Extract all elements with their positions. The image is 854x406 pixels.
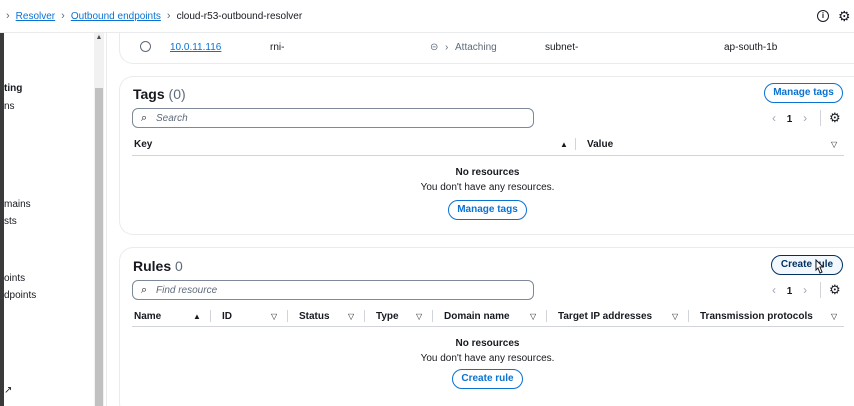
tags-search-input[interactable]: ⌕ Search <box>132 108 534 128</box>
chevron-right-icon[interactable]: › <box>803 111 807 125</box>
chevron-right-icon[interactable]: › <box>803 283 807 297</box>
status-spinner-icon: › <box>445 42 449 53</box>
table-header-divider <box>132 326 844 327</box>
tags-title: Tags (0) <box>133 86 186 102</box>
tags-search-placeholder: Search <box>156 113 188 124</box>
chevron-right-icon: › <box>166 10 171 22</box>
rules-count: 0 <box>175 258 183 274</box>
availability-zone: ap-south-1b <box>724 42 778 53</box>
tags-title-text: Tags <box>133 86 165 102</box>
rules-empty-subtitle: You don't have any resources. <box>420 353 555 364</box>
chevron-right-icon: › <box>61 10 65 22</box>
caret-down-icon[interactable]: ▽ <box>416 312 422 321</box>
divider <box>287 310 288 322</box>
subnet-id: subnet- <box>545 42 579 53</box>
rules-search-input[interactable]: ⌕ Find resource <box>132 280 534 300</box>
ip-address-link[interactable]: 10.0.11.116 <box>170 42 221 53</box>
column-header-id[interactable]: ID <box>222 311 232 322</box>
sidebar-item-5[interactable]: dpoints <box>4 290 36 301</box>
breadcrumb-bar: › Resolver › Outbound endpoints › cloud-… <box>0 0 854 33</box>
sidebar-item-1[interactable]: ns <box>4 101 15 112</box>
table-header-divider <box>132 155 844 156</box>
caret-down-icon[interactable]: ▽ <box>831 312 837 321</box>
search-icon: ⌕ <box>141 284 148 296</box>
sort-up-icon[interactable]: ▲ <box>193 312 201 321</box>
status-pending-icon: ⊝ <box>430 42 439 53</box>
gear-icon[interactable]: ⚙ <box>829 282 841 298</box>
chevron-right-icon: › <box>6 10 10 22</box>
sidebar-scroll-thumb[interactable] <box>95 88 103 406</box>
rules-empty-title: No resources <box>455 338 520 349</box>
column-header-key[interactable]: Key <box>134 139 152 150</box>
create-rule-empty-button[interactable]: Create rule <box>452 369 523 389</box>
breadcrumb-current: cloud-r53-outbound-resolver <box>176 10 303 22</box>
pointer-cursor-icon <box>815 259 825 274</box>
divider <box>432 310 433 322</box>
ip-status: Attaching <box>455 42 497 53</box>
radio-icon[interactable] <box>140 41 151 52</box>
gear-icon[interactable]: ⚙ <box>838 8 851 25</box>
caret-down-icon[interactable]: ▽ <box>271 312 277 321</box>
external-link-icon[interactable]: ↗ <box>4 385 12 396</box>
divider <box>820 282 821 298</box>
column-header-transmission-protocols[interactable]: Transmission protocols <box>700 311 813 322</box>
sidebar-item-0[interactable]: ting <box>4 83 22 94</box>
caret-down-icon[interactable]: ▽ <box>831 140 837 149</box>
tags-count: (0) <box>168 86 186 102</box>
divider <box>820 110 821 126</box>
breadcrumb-resolver[interactable]: Resolver <box>16 11 55 22</box>
caret-down-icon[interactable]: ▽ <box>530 312 536 321</box>
divider <box>364 310 365 322</box>
column-header-value[interactable]: Value <box>587 139 613 150</box>
tags-empty-title: No resources <box>455 167 520 178</box>
sidebar-item-3[interactable]: sts <box>4 216 17 227</box>
divider <box>210 310 211 322</box>
create-rule-button[interactable]: Create rule <box>771 255 843 275</box>
sidebar-item-2[interactable]: mains <box>4 199 31 210</box>
chevron-left-icon[interactable]: ‹ <box>772 111 776 125</box>
rules-pagination: ‹ 1 › <box>772 283 807 297</box>
sidebar-item-4[interactable]: oints <box>4 273 25 284</box>
tags-pagination: ‹ 1 › <box>772 111 807 125</box>
rules-title: Rules 0 <box>133 258 183 274</box>
gear-icon[interactable]: ⚙ <box>829 110 841 126</box>
caret-down-icon[interactable]: ▽ <box>348 312 354 321</box>
tags-page-number[interactable]: 1 <box>787 114 793 125</box>
chevron-left-icon[interactable]: ‹ <box>772 283 776 297</box>
breadcrumb-outbound-endpoints[interactable]: Outbound endpoints <box>71 11 161 22</box>
rules-page-number[interactable]: 1 <box>787 286 793 297</box>
divider <box>688 310 689 322</box>
column-header-domain-name[interactable]: Domain name <box>444 311 510 322</box>
tags-empty-subtitle: You don't have any resources. <box>420 182 555 193</box>
manage-tags-button[interactable]: Manage tags <box>764 83 843 103</box>
info-icon[interactable]: i <box>817 10 829 22</box>
column-header-type[interactable]: Type <box>376 311 399 322</box>
column-header-name[interactable]: Name <box>134 311 161 322</box>
manage-tags-empty-button[interactable]: Manage tags <box>448 200 527 220</box>
column-header-status[interactable]: Status <box>299 311 330 322</box>
rules-search-placeholder: Find resource <box>156 285 218 296</box>
sidebar: ting ns mains sts oints dpoints ↗ ▲ <box>0 33 107 406</box>
column-header-target-ip[interactable]: Target IP addresses <box>558 311 652 322</box>
eni-id: rni- <box>270 42 285 53</box>
divider <box>575 138 576 150</box>
scroll-up-icon[interactable]: ▲ <box>95 34 103 41</box>
divider <box>546 310 547 322</box>
rules-title-text: Rules <box>133 258 172 274</box>
breadcrumb: › Resolver › Outbound endpoints › cloud-… <box>6 10 302 22</box>
search-icon: ⌕ <box>141 112 148 124</box>
sort-up-icon[interactable]: ▲ <box>560 140 568 149</box>
caret-down-icon[interactable]: ▽ <box>672 312 678 321</box>
